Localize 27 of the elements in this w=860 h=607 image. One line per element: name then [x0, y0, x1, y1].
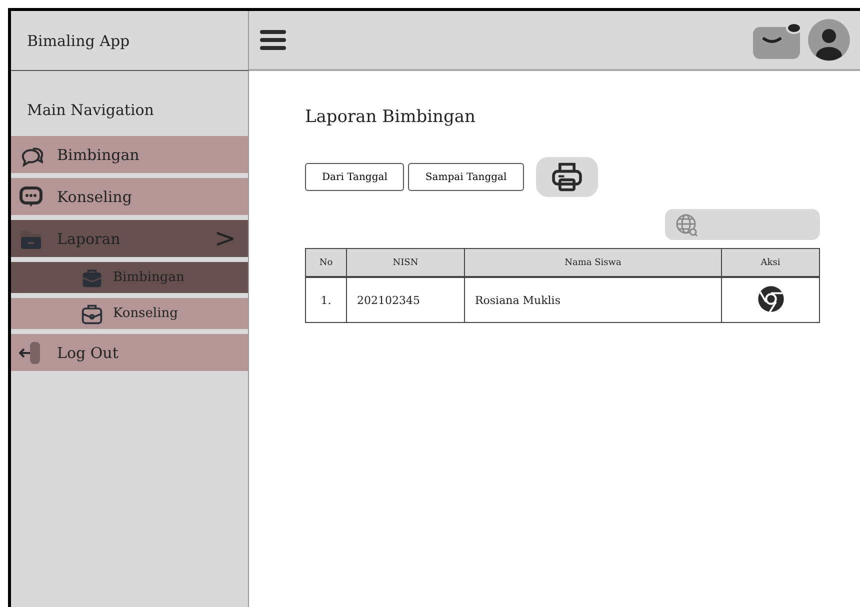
menu-icon[interactable] — [259, 29, 287, 51]
globe-search-icon — [675, 212, 699, 236]
message-icon — [19, 184, 43, 208]
column-header: Nama Siswa — [464, 248, 722, 277]
mail-icon[interactable] — [752, 21, 802, 59]
date-button[interactable]: Sampai Tanggal — [408, 163, 524, 191]
print-button[interactable] — [536, 157, 598, 197]
nav-heading: Main Navigation — [26, 101, 155, 121]
nav-item[interactable]: Konseling — [11, 298, 248, 329]
avatar-icon[interactable] — [808, 19, 850, 61]
nav-item[interactable]: Konseling — [11, 178, 248, 215]
page-title: Laporan Bimbingan — [305, 107, 476, 127]
search-field[interactable] — [665, 209, 820, 240]
briefcase-icon — [81, 302, 103, 324]
table-cell: Rosiana Muklis — [464, 277, 722, 322]
date-button[interactable]: Dari Tanggal — [305, 163, 404, 191]
table-cell: 1. — [306, 277, 346, 322]
column-header: Aksi — [722, 248, 820, 277]
table-cell: 202102345 — [346, 277, 464, 322]
logout-icon — [19, 340, 43, 364]
printer-icon — [550, 160, 584, 194]
nav-item[interactable]: Bimbingan — [11, 136, 248, 173]
nav-item[interactable]: Log Out — [11, 334, 248, 371]
app-title: Bimaling App — [27, 32, 130, 50]
aperture-icon[interactable] — [756, 284, 784, 312]
column-header: No — [306, 248, 346, 277]
column-header: NISN — [346, 248, 464, 277]
